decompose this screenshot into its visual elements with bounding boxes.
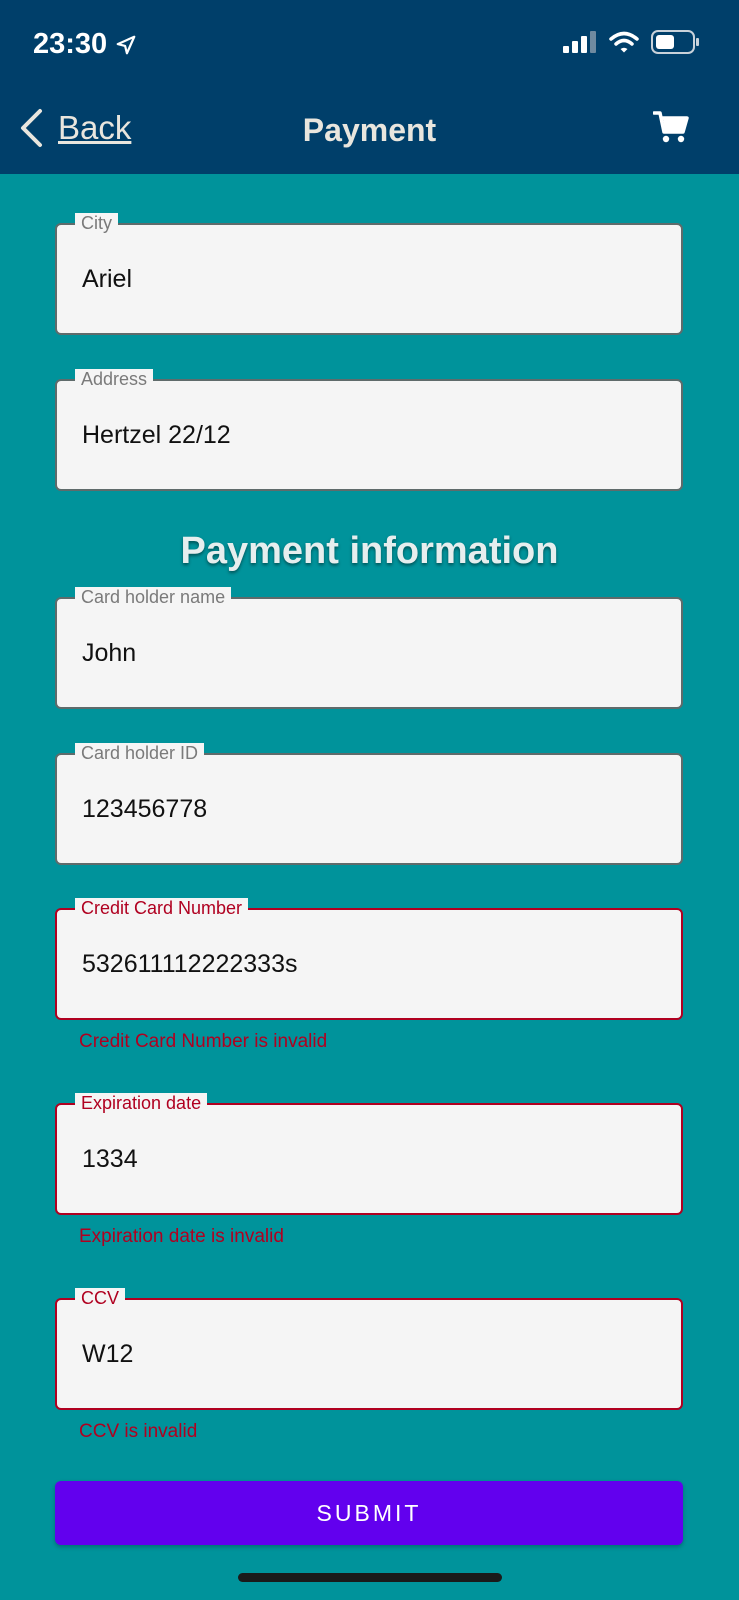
card-holder-name-input[interactable] bbox=[82, 639, 642, 668]
expiration-date-label: Expiration date bbox=[75, 1093, 208, 1113]
page-title: Payment bbox=[302, 112, 437, 148]
credit-card-number-error: Credit Card Number is invalid bbox=[79, 1031, 328, 1052]
status-icons bbox=[563, 30, 699, 54]
city-input[interactable] bbox=[82, 265, 642, 294]
wifi-icon bbox=[609, 31, 639, 53]
card-holder-id-field[interactable]: Card holder ID bbox=[55, 743, 683, 865]
ccv-error: CCV is invalid bbox=[79, 1421, 198, 1442]
location-arrow-icon bbox=[116, 35, 136, 54]
card-holder-name-label: Card holder name bbox=[75, 587, 232, 607]
cart-button[interactable] bbox=[652, 110, 689, 149]
ccv-label: CCV bbox=[75, 1288, 126, 1308]
city-label: City bbox=[75, 213, 118, 233]
status-time: 23:30 bbox=[33, 28, 137, 61]
address-input[interactable] bbox=[82, 421, 642, 450]
expiration-date-field[interactable]: Expiration date bbox=[55, 1093, 683, 1215]
submit-button[interactable]: SUBMIT bbox=[55, 1481, 683, 1545]
address-field[interactable]: Address bbox=[55, 369, 683, 491]
expiration-date-input[interactable] bbox=[82, 1145, 642, 1174]
home-indicator[interactable] bbox=[238, 1573, 502, 1582]
address-label: Address bbox=[75, 369, 154, 389]
card-holder-name-field[interactable]: Card holder name bbox=[55, 587, 683, 709]
navigation-bar: Back Payment bbox=[0, 90, 739, 174]
status-bar: 23:30 bbox=[0, 0, 739, 90]
submit-label[interactable]: SUBMIT bbox=[317, 1500, 422, 1527]
time-text: 23:30 bbox=[33, 28, 108, 60]
card-holder-id-label: Card holder ID bbox=[75, 743, 205, 763]
battery-icon bbox=[651, 30, 699, 54]
card-holder-id-input[interactable] bbox=[82, 795, 642, 824]
city-field[interactable]: City bbox=[55, 213, 683, 335]
credit-card-number-label: Credit Card Number bbox=[75, 898, 249, 918]
cart-icon bbox=[652, 111, 689, 143]
credit-card-number-input[interactable] bbox=[82, 950, 642, 979]
signal-icon bbox=[563, 31, 596, 53]
ccv-field[interactable]: CCV bbox=[55, 1288, 683, 1410]
credit-card-number-field[interactable]: Credit Card Number bbox=[55, 898, 683, 1020]
payment-information-heading: Payment information bbox=[180, 530, 559, 572]
expiration-date-error: Expiration date is invalid bbox=[79, 1226, 284, 1247]
ccv-input[interactable] bbox=[82, 1340, 642, 1369]
